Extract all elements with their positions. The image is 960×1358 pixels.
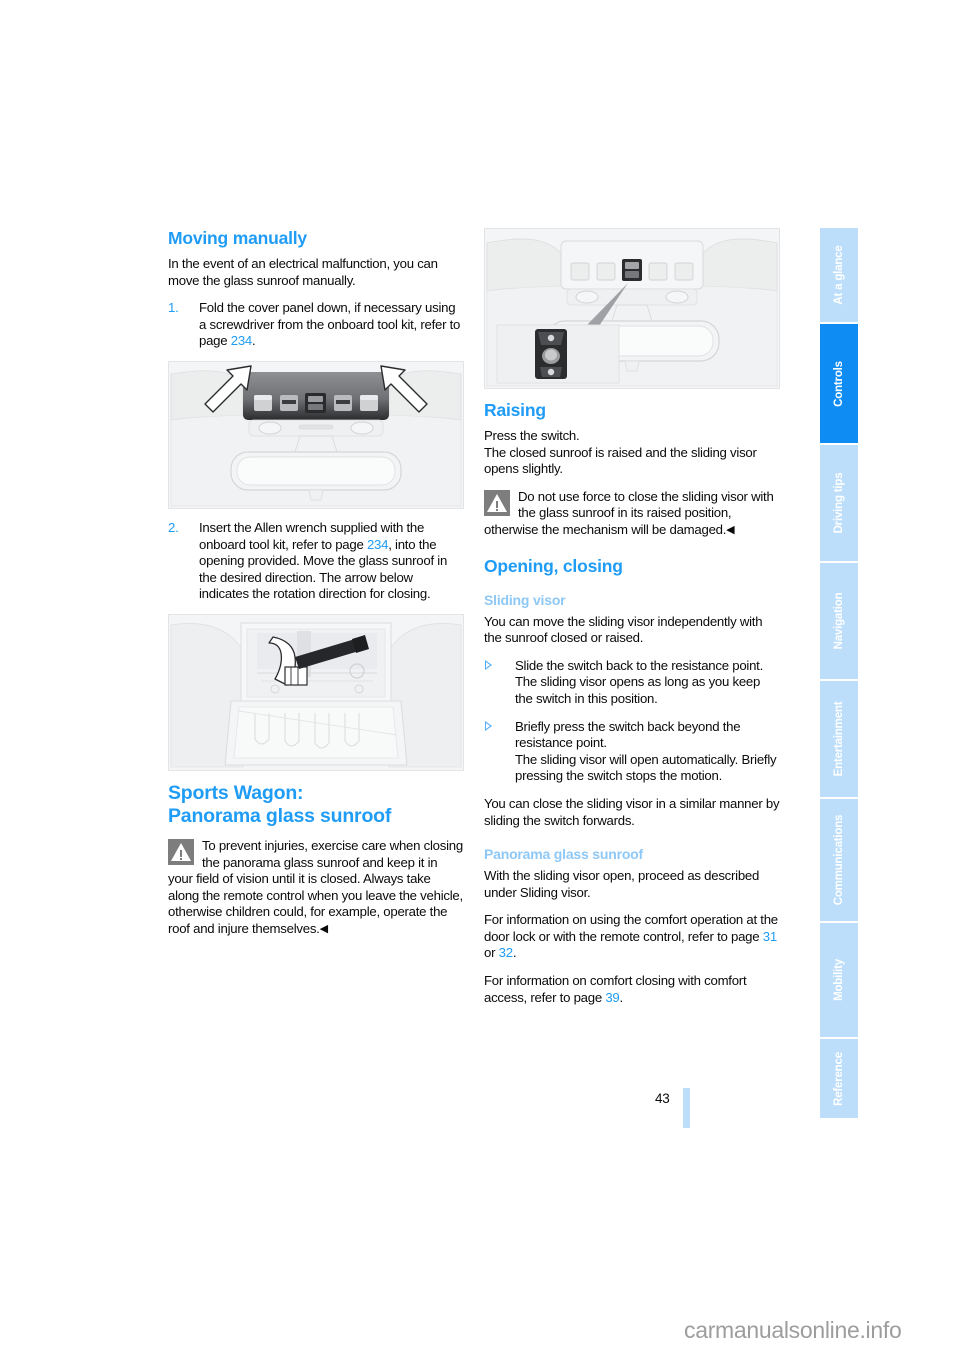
numbered-list-step-2: 2. Insert the Allen wrench supplied with … [168,520,464,603]
raising-line-1: Press the switch. [484,428,580,443]
page-reference-234-a[interactable]: 234 [231,333,253,348]
bullet-list-sliding-visor: Slide the switch back to the resistance … [484,658,780,785]
figure-1-frame: VMSP0HW2HV [168,360,464,509]
bullet-2-line-2: The sliding visor will open automaticall… [515,751,777,784]
page-number-bar [683,1088,690,1128]
manual-page: Moving manually In the event of an elect… [0,0,960,1358]
triangle-bullet-inner-2 [486,722,490,729]
nav-tab-reference[interactable]: Reference [820,1039,858,1120]
allen-wrench-illustration [169,614,463,770]
paragraph-panorama: With the sliding visor open, proceed as … [484,868,760,900]
paragraph-comfort-operation: For information on using the comfort ope… [484,912,780,962]
nav-tab-label: Communications [833,814,845,906]
overhead-console-illustration [169,361,463,508]
list-item-bullet-2: Briefly press the switch back beyond the… [484,719,780,785]
heading-sports-wagon-line-1: Sports Wagon: [168,781,304,804]
heading-opening-closing: Opening, closing [484,555,623,576]
warning-triangle-icon-raising [484,489,510,516]
heading-panorama-glass-sunroof: Panorama glass sunroof [484,846,643,863]
figure-sunroof-switch-detail: VMSP02LZDVR [484,228,780,389]
warning-panorama-text: To prevent injuries, exercise care when … [168,837,463,936]
heading-sliding-visor: Sliding visor [484,591,566,608]
nav-tab-mobility[interactable]: Mobility [820,923,858,1039]
step-number-2: 2. [168,519,179,535]
comfort-operation-tail: . [512,945,517,961]
paragraph-comfort-closing: For information on comfort closing with … [484,973,780,1006]
nav-tab-label: At a glance [833,245,845,305]
nav-tab-label: Controls [833,360,845,407]
paragraph-intro: In the event of an electrical malfunctio… [168,256,438,288]
warning-triangle-icon [168,838,194,865]
nav-tab-label: Navigation [833,592,845,650]
comfort-operation-between: or [484,945,499,961]
figure-3-frame: VMSP02LZDVR [484,228,780,389]
warning-raising-endmark: ◀ [726,523,735,536]
list-item-step-2: 2. Insert the Allen wrench supplied with … [168,520,464,603]
bullet-1-line-1: Slide the switch back to the resistance … [515,657,763,673]
step-number-1: 1. [168,300,179,316]
warning-block-panorama: To prevent injuries, exercise care when … [168,838,464,938]
paragraph-sliding-visor-intro: You can move the sliding visor independe… [484,613,763,646]
warning-panorama-endmark: ◀ [319,922,329,935]
heading-raising: Raising [484,400,546,420]
bullet-1-line-2: The sliding visor opens as long as you k… [515,674,761,706]
nav-tab-communications[interactable]: Communications [820,799,858,923]
nav-tab-controls[interactable]: Controls [820,324,858,445]
section-nav-rail: At a glance Controls Driving tips Navigatio… [820,228,858,1122]
figure-2-frame: VMSP1HE3SAR [168,613,464,771]
bullet-2-line-1: Briefly press the switch back beyond the… [515,718,741,751]
nav-tab-entertainment[interactable]: Entertainment [820,681,858,799]
right-text-column: VMSP02LZDVR Raising Press the switch. Th… [484,228,780,1017]
figure-allen-wrench-mechanism: VMSP1HE3SAR [168,613,464,771]
page-reference-39[interactable]: 39 [605,990,619,1005]
paragraph-closing-visor: You can close the sliding visor in a sim… [484,795,780,828]
sunroof-switch-illustration [485,229,779,388]
triangle-bullet-inner-1 [486,661,490,668]
nav-tab-navigation[interactable]: Navigation [820,563,858,681]
left-text-column: Moving manually In the event of an elect… [168,228,464,949]
comfort-closing-tail: . [619,989,624,1005]
heading-moving-manually: Moving manually [168,228,307,248]
nav-tab-label: Driving tips [833,472,845,534]
list-item-step-1: 1. Fold the cover panel down, if necessar… [168,300,464,350]
list-item-bullet-1: Slide the switch back to the resistance … [484,658,780,708]
page-reference-234-b[interactable]: 234 [367,537,389,552]
step-1-text-tail: . [252,333,256,349]
paragraph-raising: Press the switch. The closed sunroof is … [484,428,780,478]
page-reference-32[interactable]: 32 [499,945,513,960]
figure-overhead-console-cover-panel: VMSP0HW2HV [168,360,464,509]
nav-tab-label: Reference [833,1051,845,1106]
numbered-list-step-1: 1. Fold the cover panel down, if necessar… [168,300,464,350]
warning-block-raising: Do not use force to close the sliding vi… [484,489,780,539]
nav-tab-label: Entertainment [833,701,845,777]
nav-tab-label: Mobility [833,959,845,1001]
nav-tab-at-a-glance[interactable]: At a glance [820,228,858,324]
site-watermark: carmanualsonline.info [684,1317,902,1343]
heading-sports-wagon: Sports Wagon: Panorama glass sunroof [168,782,464,828]
page-number: 43 [655,1091,670,1106]
raising-line-2: The closed sunroof is raised and the sli… [484,444,757,477]
nav-tab-driving-tips[interactable]: Driving tips [820,445,858,563]
page-reference-31[interactable]: 31 [763,929,777,944]
comfort-operation-text: For information on using the comfort ope… [484,912,778,944]
heading-sports-wagon-line-2: Panorama glass sunroof [168,804,392,827]
